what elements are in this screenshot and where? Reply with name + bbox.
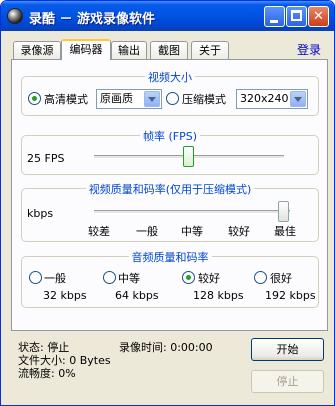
resolution-select[interactable]: 320x240 (236, 89, 308, 109)
tab-encoder[interactable]: 编码器 (61, 39, 111, 60)
close-button[interactable]: ✕ (308, 6, 329, 27)
quality-slider-thumb[interactable] (278, 201, 289, 222)
quality-level-4: 较好 (228, 225, 250, 238)
audio-label-good[interactable]: 较好 (198, 270, 220, 286)
resolution-value: 320x240 (240, 92, 289, 105)
hd-mode-label[interactable]: 高清模式 (44, 91, 88, 107)
close-icon: ✕ (313, 9, 324, 24)
audio-quality-group: 音频质量和码率 一般 32 kbps 中等 64 kbps 较好 128 kbp… (21, 251, 319, 308)
chevron-down-icon[interactable] (290, 91, 306, 107)
minimize-button[interactable] (264, 6, 285, 27)
video-quality-group: 视频质量和码率(仅用于压缩模式) kbps 较差 一般 中等 较好 最佳 (21, 183, 319, 242)
maximize-button[interactable] (286, 6, 307, 27)
hd-quality-value: 原画质 (100, 92, 133, 105)
quality-slider-track[interactable] (94, 210, 290, 214)
tab-about[interactable]: 关于 (191, 41, 229, 59)
status-fluency: 流畅度: 0% (18, 367, 76, 380)
chevron-down-icon[interactable] (144, 91, 160, 107)
audio-bitrate-normal: 32 kbps (43, 289, 87, 302)
status-area: 状态: 停止 录像时间: 0:00:00 文件大小: 0 Bytes 流畅度: … (15, 338, 245, 402)
tab-screenshot[interactable]: 截图 (150, 41, 188, 59)
frame-rate-title: 帧率 (FPS) (139, 130, 201, 143)
hd-quality-select[interactable]: 原画质 (96, 89, 162, 109)
stop-button[interactable]: 停止 (251, 370, 324, 393)
fps-value-label: 25 FPS (27, 152, 65, 165)
video-size-title: 视频大小 (145, 71, 195, 84)
window-title: 录酷 － 游戏录像软件 (29, 12, 156, 27)
audio-label-excellent[interactable]: 很好 (270, 270, 292, 286)
audio-label-normal[interactable]: 一般 (44, 270, 66, 286)
audio-bitrate-good: 128 kbps (193, 289, 244, 302)
fps-slider-thumb[interactable] (183, 146, 194, 167)
title-bar[interactable]: 录酷 － 游戏录像软件 ✕ (1, 1, 334, 31)
audio-bitrate-medium: 64 kbps (115, 289, 159, 302)
video-size-group: 视频大小 高清模式 原画质 压缩模式 320x240 (21, 71, 319, 116)
quality-level-5: 最佳 (274, 225, 296, 238)
encoder-panel: 视频大小 高清模式 原画质 压缩模式 320x240 帧率 (FPS) 25 F… (11, 59, 328, 331)
compress-mode-radio[interactable] (166, 92, 179, 105)
main-window: 录酷 － 游戏录像软件 ✕ 录像源 编码器 输出 截图 关于 登录 视频大小 高… (0, 0, 335, 406)
hd-mode-radio[interactable] (28, 92, 41, 105)
tab-output[interactable]: 输出 (111, 41, 147, 59)
login-link[interactable]: 登录 (297, 41, 321, 58)
quality-level-3: 中等 (181, 225, 203, 238)
app-record-icon (7, 8, 23, 24)
status-record-time: 录像时间: 0:00:00 (119, 341, 213, 354)
audio-label-medium[interactable]: 中等 (118, 270, 140, 286)
maximize-icon (291, 10, 302, 21)
audio-bitrate-excellent: 192 kbps (265, 289, 316, 302)
video-quality-title: 视频质量和码率(仅用于压缩模式) (85, 183, 255, 196)
audio-radio-good[interactable] (182, 271, 195, 284)
audio-radio-excellent[interactable] (254, 271, 267, 284)
quality-level-1: 较差 (88, 225, 110, 238)
quality-level-2: 一般 (136, 225, 158, 238)
tab-video-source[interactable]: 录像源 (13, 41, 61, 59)
frame-rate-group: 帧率 (FPS) 25 FPS (21, 130, 319, 175)
minimize-icon (270, 20, 278, 23)
audio-radio-normal[interactable] (29, 271, 42, 284)
compress-mode-label[interactable]: 压缩模式 (182, 91, 226, 107)
kbps-unit-label: kbps (27, 207, 54, 220)
audio-radio-medium[interactable] (103, 271, 116, 284)
audio-quality-title: 音频质量和码率 (128, 251, 212, 264)
start-button[interactable]: 开始 (251, 338, 324, 361)
